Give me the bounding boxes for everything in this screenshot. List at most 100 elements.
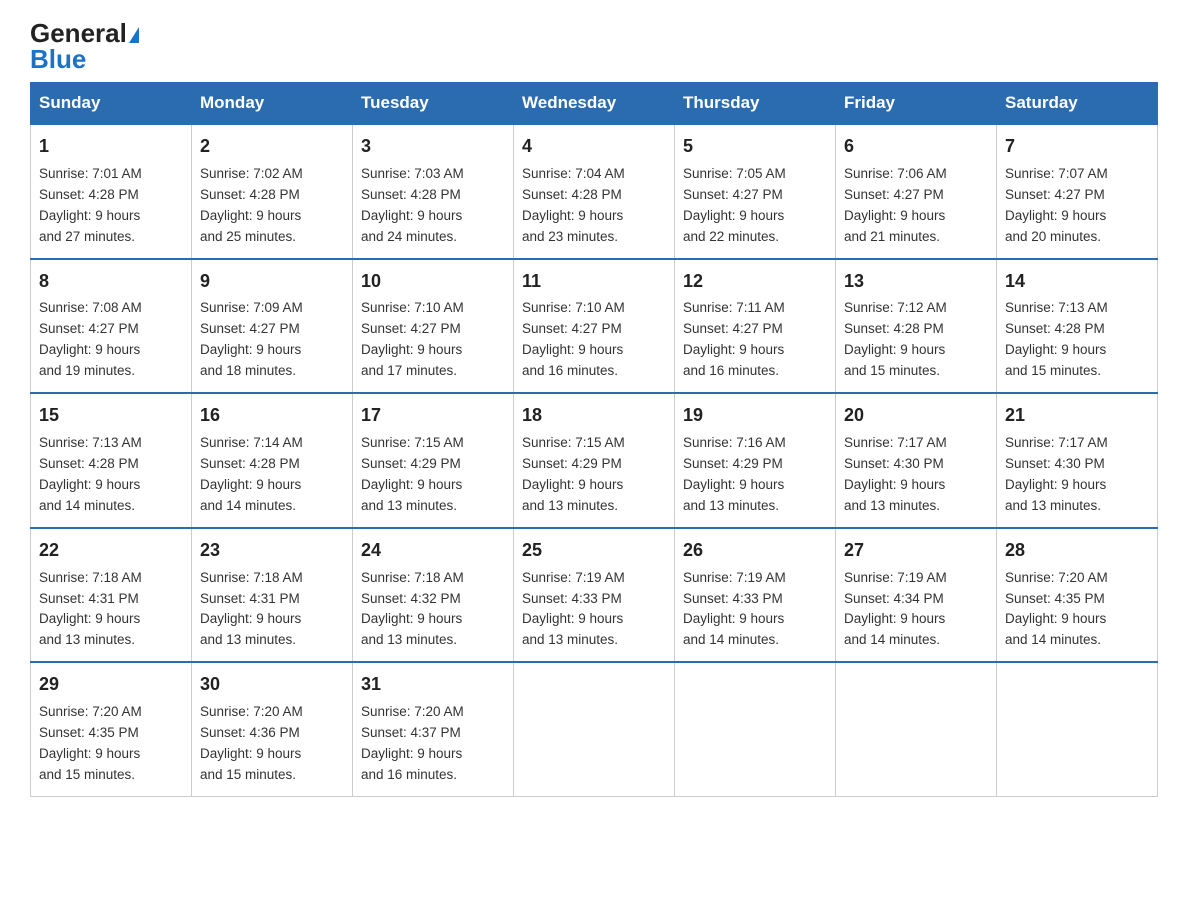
day-info: Sunrise: 7:08 AMSunset: 4:27 PMDaylight:… [39, 300, 142, 378]
day-number: 13 [844, 268, 988, 296]
col-header-thursday: Thursday [675, 83, 836, 125]
day-info: Sunrise: 7:17 AMSunset: 4:30 PMDaylight:… [844, 435, 947, 513]
col-header-tuesday: Tuesday [353, 83, 514, 125]
day-info: Sunrise: 7:11 AMSunset: 4:27 PMDaylight:… [683, 300, 785, 378]
calendar-cell: 26 Sunrise: 7:19 AMSunset: 4:33 PMDayligh… [675, 528, 836, 663]
page-header: General Blue [30, 20, 1158, 72]
day-info: Sunrise: 7:19 AMSunset: 4:33 PMDaylight:… [683, 570, 786, 648]
day-number: 22 [39, 537, 183, 565]
day-number: 4 [522, 133, 666, 161]
day-number: 14 [1005, 268, 1149, 296]
day-info: Sunrise: 7:10 AMSunset: 4:27 PMDaylight:… [361, 300, 464, 378]
col-header-friday: Friday [836, 83, 997, 125]
day-info: Sunrise: 7:01 AMSunset: 4:28 PMDaylight:… [39, 166, 142, 244]
calendar-cell: 22Sunrise: 7:18 AMSunset: 4:31 PMDayligh… [31, 528, 192, 663]
day-info: Sunrise: 7:13 AMSunset: 4:28 PMDaylight:… [39, 435, 142, 513]
day-info: Sunrise: 7:03 AMSunset: 4:28 PMDaylight:… [361, 166, 464, 244]
calendar-week-row: 1 Sunrise: 7:01 AMSunset: 4:28 PMDaylight… [31, 124, 1158, 259]
day-info: Sunrise: 7:07 AMSunset: 4:27 PMDaylight:… [1005, 166, 1108, 244]
calendar-cell: 1 Sunrise: 7:01 AMSunset: 4:28 PMDaylight… [31, 124, 192, 259]
day-number: 11 [522, 268, 666, 296]
day-number: 26 [683, 537, 827, 565]
calendar-cell: 6 Sunrise: 7:06 AMSunset: 4:27 PMDaylight… [836, 124, 997, 259]
day-number: 9 [200, 268, 344, 296]
calendar-cell: 4 Sunrise: 7:04 AMSunset: 4:28 PMDaylight… [514, 124, 675, 259]
day-number: 28 [1005, 537, 1149, 565]
day-number: 23 [200, 537, 344, 565]
day-info: Sunrise: 7:05 AMSunset: 4:27 PMDaylight:… [683, 166, 786, 244]
calendar-cell: 29Sunrise: 7:20 AMSunset: 4:35 PMDayligh… [31, 662, 192, 796]
day-number: 18 [522, 402, 666, 430]
calendar-cell: 17 Sunrise: 7:15 AMSunset: 4:29 PMDayligh… [353, 393, 514, 528]
calendar-cell [997, 662, 1158, 796]
calendar-cell [514, 662, 675, 796]
day-number: 29 [39, 671, 183, 699]
day-info: Sunrise: 7:15 AMSunset: 4:29 PMDaylight:… [522, 435, 625, 513]
day-number: 12 [683, 268, 827, 296]
calendar-cell: 27 Sunrise: 7:19 AMSunset: 4:34 PMDayligh… [836, 528, 997, 663]
day-info: Sunrise: 7:09 AMSunset: 4:27 PMDaylight:… [200, 300, 303, 378]
day-number: 27 [844, 537, 988, 565]
day-number: 3 [361, 133, 505, 161]
calendar-cell: 11 Sunrise: 7:10 AMSunset: 4:27 PMDayligh… [514, 259, 675, 394]
day-number: 8 [39, 268, 183, 296]
day-info: Sunrise: 7:06 AMSunset: 4:27 PMDaylight:… [844, 166, 947, 244]
calendar-cell: 19Sunrise: 7:16 AMSunset: 4:29 PMDayligh… [675, 393, 836, 528]
calendar-cell: 3 Sunrise: 7:03 AMSunset: 4:28 PMDaylight… [353, 124, 514, 259]
calendar-cell: 30 Sunrise: 7:20 AMSunset: 4:36 PMDayligh… [192, 662, 353, 796]
day-info: Sunrise: 7:20 AMSunset: 4:35 PMDaylight:… [1005, 570, 1108, 648]
calendar-cell: 9 Sunrise: 7:09 AMSunset: 4:27 PMDaylight… [192, 259, 353, 394]
calendar-cell: 24 Sunrise: 7:18 AMSunset: 4:32 PMDayligh… [353, 528, 514, 663]
calendar-cell: 2Sunrise: 7:02 AMSunset: 4:28 PMDaylight… [192, 124, 353, 259]
calendar-week-row: 8 Sunrise: 7:08 AMSunset: 4:27 PMDaylight… [31, 259, 1158, 394]
logo-blue-text: Blue [30, 46, 86, 72]
day-info: Sunrise: 7:10 AMSunset: 4:27 PMDaylight:… [522, 300, 625, 378]
day-number: 25 [522, 537, 666, 565]
calendar-cell: 20 Sunrise: 7:17 AMSunset: 4:30 PMDayligh… [836, 393, 997, 528]
calendar-cell: 10 Sunrise: 7:10 AMSunset: 4:27 PMDayligh… [353, 259, 514, 394]
calendar-week-row: 15 Sunrise: 7:13 AMSunset: 4:28 PMDayligh… [31, 393, 1158, 528]
col-header-sunday: Sunday [31, 83, 192, 125]
col-header-saturday: Saturday [997, 83, 1158, 125]
calendar-cell: 5 Sunrise: 7:05 AMSunset: 4:27 PMDaylight… [675, 124, 836, 259]
day-info: Sunrise: 7:14 AMSunset: 4:28 PMDaylight:… [200, 435, 303, 513]
day-info: Sunrise: 7:20 AMSunset: 4:37 PMDaylight:… [361, 704, 464, 782]
col-header-wednesday: Wednesday [514, 83, 675, 125]
day-info: Sunrise: 7:15 AMSunset: 4:29 PMDaylight:… [361, 435, 464, 513]
day-number: 2 [200, 133, 344, 161]
day-info: Sunrise: 7:13 AMSunset: 4:28 PMDaylight:… [1005, 300, 1108, 378]
day-info: Sunrise: 7:18 AMSunset: 4:32 PMDaylight:… [361, 570, 464, 648]
day-number: 17 [361, 402, 505, 430]
day-info: Sunrise: 7:17 AMSunset: 4:30 PMDaylight:… [1005, 435, 1108, 513]
day-number: 1 [39, 133, 183, 161]
col-header-monday: Monday [192, 83, 353, 125]
day-number: 20 [844, 402, 988, 430]
calendar-table: SundayMondayTuesdayWednesdayThursdayFrid… [30, 82, 1158, 797]
calendar-cell: 15 Sunrise: 7:13 AMSunset: 4:28 PMDayligh… [31, 393, 192, 528]
calendar-cell: 31Sunrise: 7:20 AMSunset: 4:37 PMDayligh… [353, 662, 514, 796]
day-info: Sunrise: 7:04 AMSunset: 4:28 PMDaylight:… [522, 166, 625, 244]
calendar-cell: 7 Sunrise: 7:07 AMSunset: 4:27 PMDaylight… [997, 124, 1158, 259]
calendar-cell: 25 Sunrise: 7:19 AMSunset: 4:33 PMDayligh… [514, 528, 675, 663]
day-number: 24 [361, 537, 505, 565]
calendar-week-row: 29Sunrise: 7:20 AMSunset: 4:35 PMDayligh… [31, 662, 1158, 796]
day-number: 16 [200, 402, 344, 430]
calendar-week-row: 22 Sunrise: 7:18 AMSunset: 4:31 PMDayligh… [31, 528, 1158, 663]
calendar-cell [675, 662, 836, 796]
day-number: 5 [683, 133, 827, 161]
day-info: Sunrise: 7:19 AMSunset: 4:34 PMDaylight:… [844, 570, 947, 648]
day-number: 10 [361, 268, 505, 296]
calendar-cell: 13Sunrise: 7:12 AMSunset: 4:28 PMDayligh… [836, 259, 997, 394]
day-number: 19 [683, 402, 827, 430]
calendar-cell: 12 Sunrise: 7:11 AMSunset: 4:27 PMDayligh… [675, 259, 836, 394]
day-info: Sunrise: 7:20 AMSunset: 4:36 PMDaylight:… [200, 704, 303, 782]
day-info: Sunrise: 7:19 AMSunset: 4:33 PMDaylight:… [522, 570, 625, 648]
day-number: 30 [200, 671, 344, 699]
day-number: 7 [1005, 133, 1149, 161]
logo-general-text: General [30, 20, 139, 46]
day-number: 15 [39, 402, 183, 430]
day-number: 6 [844, 133, 988, 161]
logo: General Blue [30, 20, 139, 72]
calendar-cell [836, 662, 997, 796]
day-info: Sunrise: 7:18 AMSunset: 4:31 PMDaylight:… [200, 570, 303, 648]
